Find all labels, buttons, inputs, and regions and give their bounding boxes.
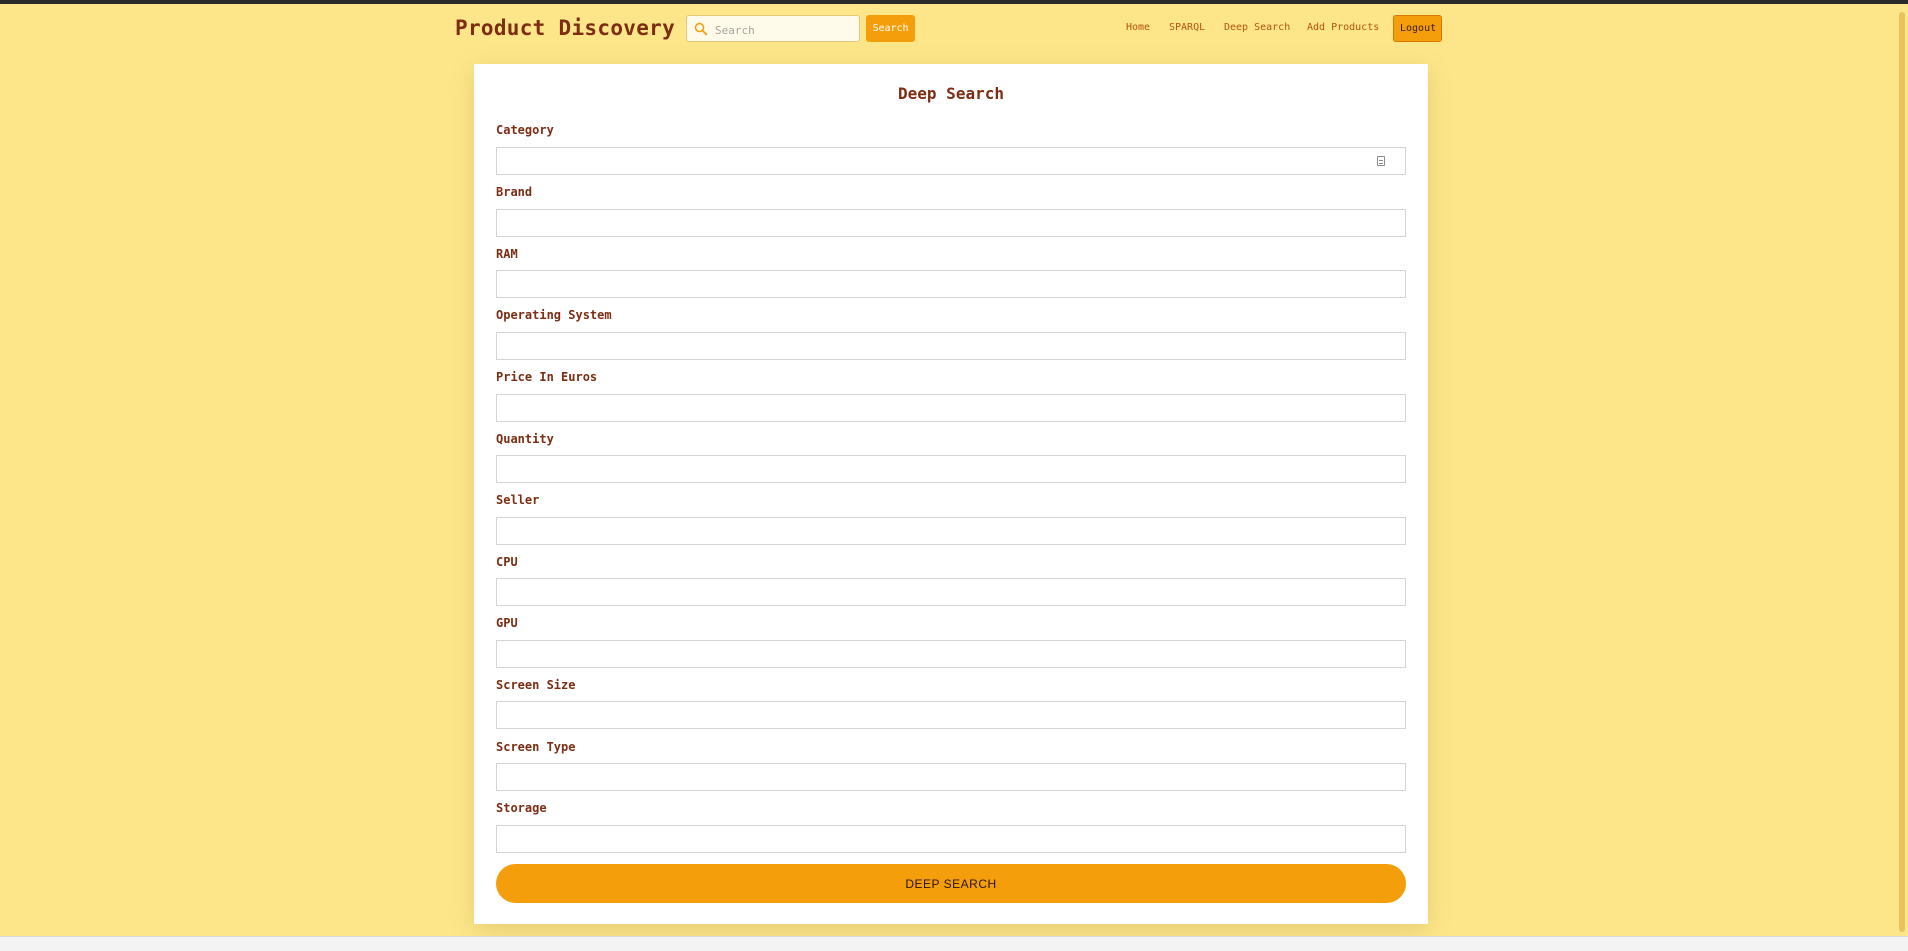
search-input[interactable] (713, 20, 857, 40)
field-label-screen-size: Screen Size (496, 678, 576, 692)
field-label-seller: Seller (496, 493, 540, 507)
quantity-input[interactable] (496, 455, 1406, 483)
scrollbar-thumb[interactable] (1899, 12, 1905, 932)
field-label-ram: RAM (496, 247, 518, 261)
deep-search-button[interactable]: DEEP SEARCH (496, 864, 1406, 903)
status-bar-divider (0, 936, 1908, 937)
field-label-price: Price In Euros (496, 370, 598, 384)
logout-button[interactable]: Logout (1393, 15, 1442, 42)
field-label-brand: Brand (496, 185, 533, 199)
field-label-cpu: CPU (496, 555, 518, 569)
field-label-operating-system: Operating System (496, 308, 612, 322)
field-label-category: Category (496, 123, 554, 137)
ram-input[interactable] (496, 270, 1406, 298)
nav-link-deep-search[interactable]: Deep Search (1224, 22, 1290, 33)
select-list-icon (1377, 156, 1385, 166)
nav-link-sparql[interactable]: SPARQL (1169, 22, 1205, 33)
price-input[interactable] (496, 394, 1406, 422)
search-icon (694, 22, 708, 36)
browser-status-bar (0, 936, 1908, 951)
brand-title[interactable]: Product Discovery (455, 16, 675, 40)
field-label-quantity: Quantity (496, 432, 554, 446)
cpu-input[interactable] (496, 578, 1406, 606)
search-box[interactable] (686, 15, 860, 42)
page-scrollbar[interactable] (1894, 4, 1908, 936)
nav-link-add-products[interactable]: Add Products (1307, 22, 1379, 33)
field-label-storage: Storage (496, 801, 547, 815)
field-label-screen-type: Screen Type (496, 740, 576, 754)
search-button[interactable]: Search (866, 15, 915, 42)
nav-link-home[interactable]: Home (1126, 22, 1150, 33)
deep-search-card: Deep Search Category Brand RAM Operating… (474, 64, 1428, 924)
seller-input[interactable] (496, 517, 1406, 545)
storage-input[interactable] (496, 825, 1406, 853)
operating-system-input[interactable] (496, 332, 1406, 360)
page-title: Deep Search (898, 84, 1004, 103)
screen-type-input[interactable] (496, 763, 1406, 791)
gpu-input[interactable] (496, 640, 1406, 668)
field-label-gpu: GPU (496, 616, 518, 630)
category-select[interactable] (496, 147, 1406, 175)
screen-size-input[interactable] (496, 701, 1406, 729)
window-top-edge (0, 0, 1908, 4)
brand-input[interactable] (496, 209, 1406, 237)
